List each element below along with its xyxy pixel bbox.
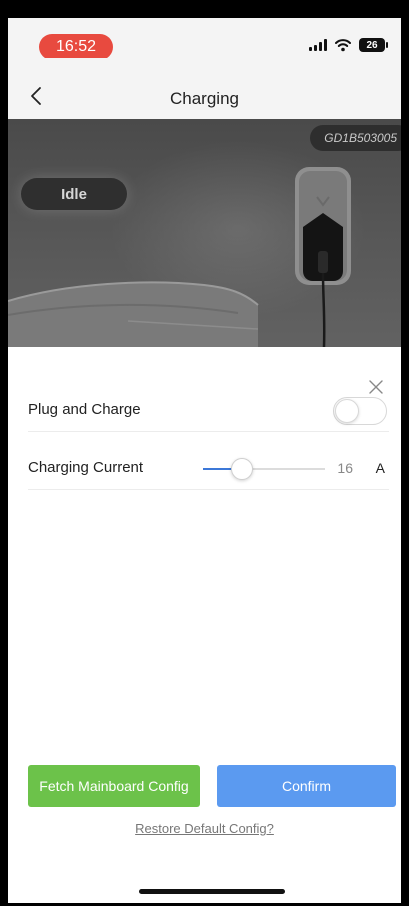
home-indicator (139, 889, 285, 894)
battery-icon: 26 (359, 38, 388, 52)
nav-bar: Charging (8, 58, 401, 122)
plug-and-charge-row: Plug and Charge (28, 388, 389, 432)
charging-current-slider[interactable] (203, 458, 325, 480)
status-bar: 16:52 26 (8, 18, 401, 60)
charging-current-unit: A (375, 460, 385, 476)
fetch-mainboard-config-button[interactable]: Fetch Mainboard Config (28, 765, 200, 807)
slider-thumb[interactable] (231, 458, 253, 480)
charger-status-badge: Idle (21, 178, 127, 210)
app-screen: 16:52 26 Charging GD1B503005 Idle Plug a… (8, 18, 401, 903)
serial-number-badge: GD1B503005 (310, 125, 401, 151)
status-time: 16:52 (39, 34, 113, 60)
car-illustration (8, 281, 259, 347)
charger-hero: GD1B503005 Idle (8, 119, 401, 347)
charging-current-row: Charging Current 16 A (28, 446, 389, 490)
toggle-knob (335, 399, 359, 423)
confirm-button[interactable]: Confirm (217, 765, 396, 807)
page-title: Charging (170, 89, 239, 108)
signal-icon (309, 39, 327, 51)
restore-default-config-link[interactable]: Restore Default Config? (8, 821, 401, 836)
wallbox-charger-illustration (295, 167, 351, 347)
status-icons: 26 (309, 38, 388, 52)
charging-current-value: 16 (337, 460, 353, 476)
plug-and-charge-label: Plug and Charge (28, 401, 141, 418)
wifi-icon (335, 39, 351, 52)
plug-and-charge-toggle[interactable] (333, 397, 387, 425)
charging-current-label: Charging Current (28, 459, 144, 476)
